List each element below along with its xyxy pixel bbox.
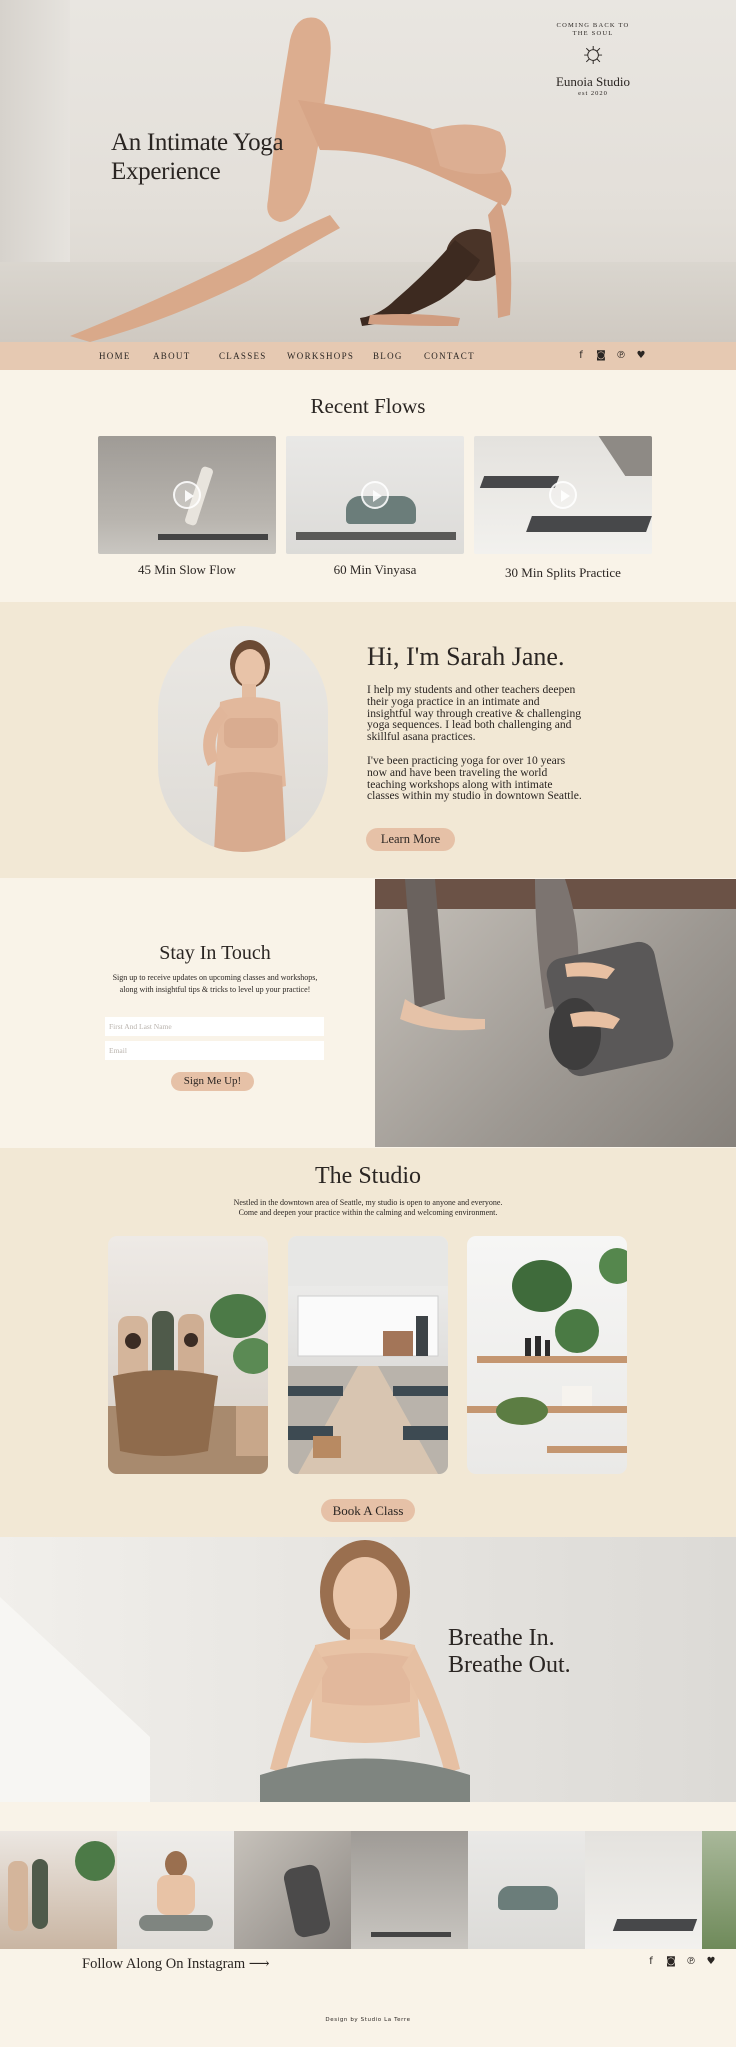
yoga-mat: [526, 516, 652, 532]
mat-roll-illustration: [375, 879, 736, 1077]
instagram-tile-4[interactable]: [351, 1831, 468, 1949]
hero-title-line1: An Intimate Yoga: [111, 129, 284, 156]
main-nav: HOME ABOUT CLASSES WORKSHOPS BLOG CONTAC…: [0, 342, 736, 370]
instagram-icon[interactable]: ◙: [595, 350, 607, 361]
studio-section: The Studio Nestled in the downtown area …: [0, 1148, 736, 1537]
studio-heading: The Studio: [315, 1163, 421, 1189]
studio-image-mats-basket: [108, 1236, 268, 1474]
instagram-tile-2[interactable]: [117, 1831, 234, 1949]
studio-image-shelves: [467, 1236, 627, 1474]
instagram-feed-strip: [0, 1831, 736, 1949]
sun-icon: ☼: [579, 36, 607, 69]
pinterest-icon[interactable]: ℗: [615, 350, 627, 361]
nav-item-workshops[interactable]: WORKSHOPS: [287, 351, 354, 361]
hero-title: An Intimate Yoga Experience: [111, 128, 331, 186]
instagram-tile-1[interactable]: [0, 1831, 117, 1949]
flow-label-3[interactable]: 30 Min Splits Practice: [474, 565, 652, 581]
flow-label-2[interactable]: 60 Min Vinyasa: [286, 562, 464, 578]
facebook-icon[interactable]: f: [575, 350, 587, 361]
studio-desc-line1: Nestled in the downtown area of Seattle,…: [233, 1198, 503, 1207]
name-input[interactable]: [105, 1017, 324, 1036]
yoga-mat: [158, 534, 268, 540]
pinterest-icon[interactable]: ℗: [685, 1956, 697, 1967]
instagram-tile-7[interactable]: [702, 1831, 736, 1949]
studio-image-room: [288, 1236, 448, 1474]
instagram-icon[interactable]: ◙: [665, 1956, 677, 1967]
instagram-section: Follow Along On Instagram ⟶ f ◙ ℗ ♥ Desi…: [0, 1802, 736, 2047]
flow-video-1[interactable]: [98, 436, 276, 554]
footer-social-icons: f ◙ ℗ ♥: [645, 1956, 717, 1967]
sign-up-button[interactable]: Sign Me Up!: [171, 1072, 254, 1091]
badge-studio-name: Eunoia Studio: [555, 74, 631, 89]
twitter-icon[interactable]: ♥: [635, 350, 647, 361]
newsletter-heading: Stay In Touch: [159, 942, 271, 964]
hero-section: An Intimate Yoga Experience COMING BACK …: [0, 0, 736, 342]
play-icon[interactable]: [173, 481, 201, 509]
newsletter-section: Stay In Touch Sign up to receive updates…: [0, 878, 736, 1148]
recent-flows-heading: Recent Flows: [310, 394, 426, 418]
nav-item-classes[interactable]: CLASSES: [219, 351, 267, 361]
play-icon[interactable]: [361, 481, 389, 509]
badge-est: est 2020: [578, 90, 608, 97]
mats-basket-illustration: [108, 1294, 268, 1474]
studio-desc-line2: Come and deepen your practice within the…: [238, 1208, 498, 1217]
breathe-section: Breathe In. Breathe Out.: [0, 1537, 736, 1802]
breathe-title: Breathe In. Breathe Out.: [448, 1625, 571, 1679]
newsletter-subtext: Sign up to receive updates on upcoming c…: [112, 973, 318, 994]
flow-video-2[interactable]: [286, 436, 464, 554]
flow-label-1[interactable]: 45 Min Slow Flow: [98, 562, 276, 578]
breathe-line2: Breathe Out.: [448, 1652, 571, 1678]
meditation-image: [0, 1540, 470, 1802]
hero-title-line2: Experience: [111, 158, 221, 185]
play-icon[interactable]: [549, 481, 577, 509]
instagram-tile-5[interactable]: [468, 1831, 585, 1949]
email-input[interactable]: [105, 1041, 324, 1060]
about-paragraph-2: I've been practicing yoga for over 10 ye…: [367, 754, 582, 803]
studio-description: Nestled in the downtown area of Seattle,…: [180, 1198, 556, 1218]
sarah-portrait-image: [158, 626, 328, 852]
about-paragraph-1: I help my students and other teachers de…: [367, 683, 582, 744]
nav-item-about[interactable]: ABOUT: [153, 351, 191, 361]
follow-instagram-link[interactable]: Follow Along On Instagram ⟶: [82, 1956, 270, 1973]
wall-shape: [598, 436, 652, 476]
instagram-tile-3[interactable]: [234, 1831, 351, 1949]
yoga-mat-roll-image: [375, 879, 736, 1147]
learn-more-button[interactable]: Learn More: [366, 828, 455, 851]
twitter-icon[interactable]: ♥: [705, 1956, 717, 1967]
yoga-mat: [479, 476, 560, 488]
nav-item-contact[interactable]: CONTACT: [424, 351, 475, 361]
about-heading: Hi, I'm Sarah Jane.: [367, 642, 565, 671]
studio-logo-badge[interactable]: COMING BACK TO THE SOUL ☼ Eunoia Studio …: [553, 22, 633, 110]
nav-item-home[interactable]: HOME: [99, 351, 131, 361]
book-a-class-button[interactable]: Book A Class: [321, 1499, 415, 1522]
portrait-figure: [203, 640, 286, 852]
design-credit: Design by Studio La Terre: [325, 2017, 411, 2023]
flow-video-3[interactable]: [474, 436, 652, 554]
about-section: Hi, I'm Sarah Jane. I help my students a…: [0, 602, 736, 878]
shelves-illustration: [467, 1248, 627, 1453]
instagram-tile-6[interactable]: [585, 1831, 702, 1949]
facebook-icon[interactable]: f: [645, 1956, 657, 1967]
nav-social-icons: f ◙ ℗ ♥: [575, 350, 647, 361]
yoga-mat: [296, 532, 456, 540]
breathe-line1: Breathe In.: [448, 1625, 555, 1651]
studio-room-illustration: [288, 1236, 448, 1474]
nav-item-blog[interactable]: BLOG: [373, 351, 403, 361]
recent-flows-section: Recent Flows 45 Min Slow Flow 60 Min Vin…: [0, 370, 736, 602]
